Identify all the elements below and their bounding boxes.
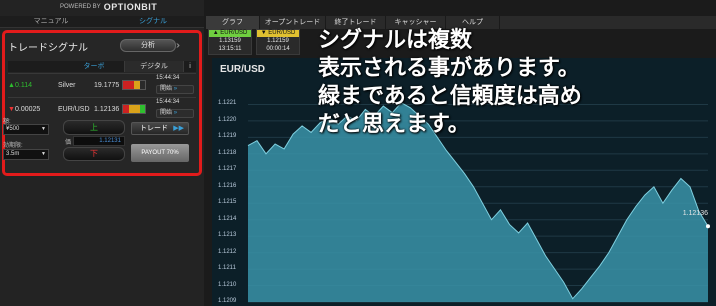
signal-change: 0.00025 bbox=[15, 106, 41, 113]
caption-overlay: シグナルは複数 表示される事があります。 緑まであると信頼度は高め だと思えます… bbox=[318, 26, 716, 138]
arrow-up-icon: ▲ bbox=[8, 82, 15, 89]
signal-asset: Silver bbox=[58, 82, 76, 89]
caret-down-icon: ▼ bbox=[41, 126, 46, 132]
y-tick-label: 1.1218 bbox=[218, 149, 237, 156]
y-tick-label: 1.1215 bbox=[218, 199, 237, 206]
y-tick-label: 1.1217 bbox=[218, 166, 237, 173]
double-arrow-icon: » bbox=[173, 86, 178, 92]
double-arrow-icon: ▶▶ bbox=[173, 125, 184, 132]
position-price: 1.12159 bbox=[267, 38, 289, 44]
signal-tabs: ターボ デジタル i bbox=[8, 61, 196, 72]
caret-down-icon: ▼ bbox=[41, 151, 46, 157]
y-tick-label: 1.1212 bbox=[218, 248, 237, 255]
y-tick-label: 1.1219 bbox=[218, 133, 237, 140]
signal-time: 15:44:34 bbox=[156, 99, 180, 105]
strength-meter bbox=[122, 104, 146, 114]
expiry-select[interactable]: 3.5m ▼ bbox=[3, 149, 49, 160]
call-up-button[interactable]: 上 bbox=[63, 120, 125, 135]
caption-line: シグナルは複数 bbox=[318, 27, 473, 53]
tab-digital[interactable]: デジタル bbox=[124, 61, 184, 72]
y-tick-label: 1.1221 bbox=[218, 100, 237, 107]
last-price-label: 1.12136 bbox=[682, 210, 708, 218]
position-header: ▼ EUR/USD bbox=[257, 30, 299, 37]
analyze-button[interactable]: 分析 bbox=[120, 39, 176, 52]
amount-select[interactable]: ¥500 ▼ bbox=[3, 124, 49, 135]
open-position-card[interactable]: ▲ EUR/USD 1.13159 13:15:11 bbox=[208, 29, 252, 55]
powered-by-text: POWERED BY bbox=[60, 4, 101, 10]
tab-open-trades[interactable]: オープントレード bbox=[260, 16, 326, 29]
arrow-down-icon: ▼ bbox=[8, 106, 15, 113]
left-nav: マニュアル シグナル bbox=[0, 16, 204, 28]
position-time: 00:00:14 bbox=[266, 46, 290, 52]
y-tick-label: 1.1214 bbox=[218, 215, 237, 222]
y-tick-label: 1.1210 bbox=[218, 281, 237, 288]
chevron-right-icon: ››› bbox=[176, 40, 180, 51]
signal-change: 0.114 bbox=[15, 82, 32, 89]
y-tick-label: 1.1213 bbox=[218, 232, 237, 239]
expiry-label: 効期限: bbox=[3, 143, 23, 149]
y-tick-label: 1.1216 bbox=[218, 182, 237, 189]
payout-badge: PAYOUT 70% bbox=[131, 144, 189, 162]
tab-graph[interactable]: グラフ bbox=[206, 16, 260, 29]
caption-line: 表示される事があります。 bbox=[318, 55, 580, 81]
nav-signal[interactable]: シグナル bbox=[102, 16, 204, 27]
signal-header: トレードシグナル 分析 ››› bbox=[8, 37, 196, 55]
trade-form: 額: ¥500 ▼ 効期限: 3.5m ▼ 上 価 1.12131 下 トレード ▶▶… bbox=[3, 116, 191, 170]
trade-button[interactable]: トレード ▶▶ bbox=[131, 122, 189, 135]
caption-line: 緑まであると信頼度は高め bbox=[318, 83, 582, 109]
strike-price: 1.12131 bbox=[73, 136, 125, 146]
tab-turbo[interactable]: ターボ bbox=[64, 61, 124, 72]
signal-price: 1.12136 bbox=[94, 106, 120, 113]
strength-meter bbox=[122, 80, 146, 90]
y-tick-label: 1.1209 bbox=[218, 298, 237, 304]
position-price: 1.13159 bbox=[219, 38, 241, 44]
info-icon[interactable]: i bbox=[184, 61, 196, 72]
signal-time: 15:44:34 bbox=[156, 75, 180, 81]
last-price-dot bbox=[706, 224, 710, 229]
position-header: ▲ EUR/USD bbox=[209, 30, 251, 37]
left-panel: POWERED BY OPTIONBIT マニュアル シグナル トレードシグナル… bbox=[0, 0, 204, 306]
signal-asset: EUR/USD bbox=[58, 106, 90, 113]
caption-line: だと思えます。 bbox=[318, 111, 470, 137]
signal-title: トレードシグナル bbox=[8, 42, 88, 54]
position-time: 13:15:11 bbox=[218, 46, 242, 52]
put-down-button[interactable]: 下 bbox=[63, 147, 125, 161]
y-tick-label: 1.1211 bbox=[218, 265, 236, 272]
brand: POWERED BY OPTIONBIT bbox=[60, 0, 157, 14]
open-button[interactable]: 開始 » bbox=[156, 85, 194, 94]
open-position-card[interactable]: ▼ EUR/USD 1.12159 00:00:14 bbox=[256, 29, 300, 55]
nav-manual[interactable]: マニュアル bbox=[0, 16, 102, 27]
price-label: 価 bbox=[65, 140, 72, 146]
y-tick-label: 1.1220 bbox=[218, 116, 237, 123]
signal-price: 19.1775 bbox=[94, 82, 120, 89]
signal-row[interactable]: ▲ 0.114 Silver 19.1775 15:44:34 開始 » bbox=[8, 73, 196, 97]
chart-title: EUR/USD bbox=[220, 64, 266, 75]
brand-logo: OPTIONBIT bbox=[103, 2, 158, 12]
